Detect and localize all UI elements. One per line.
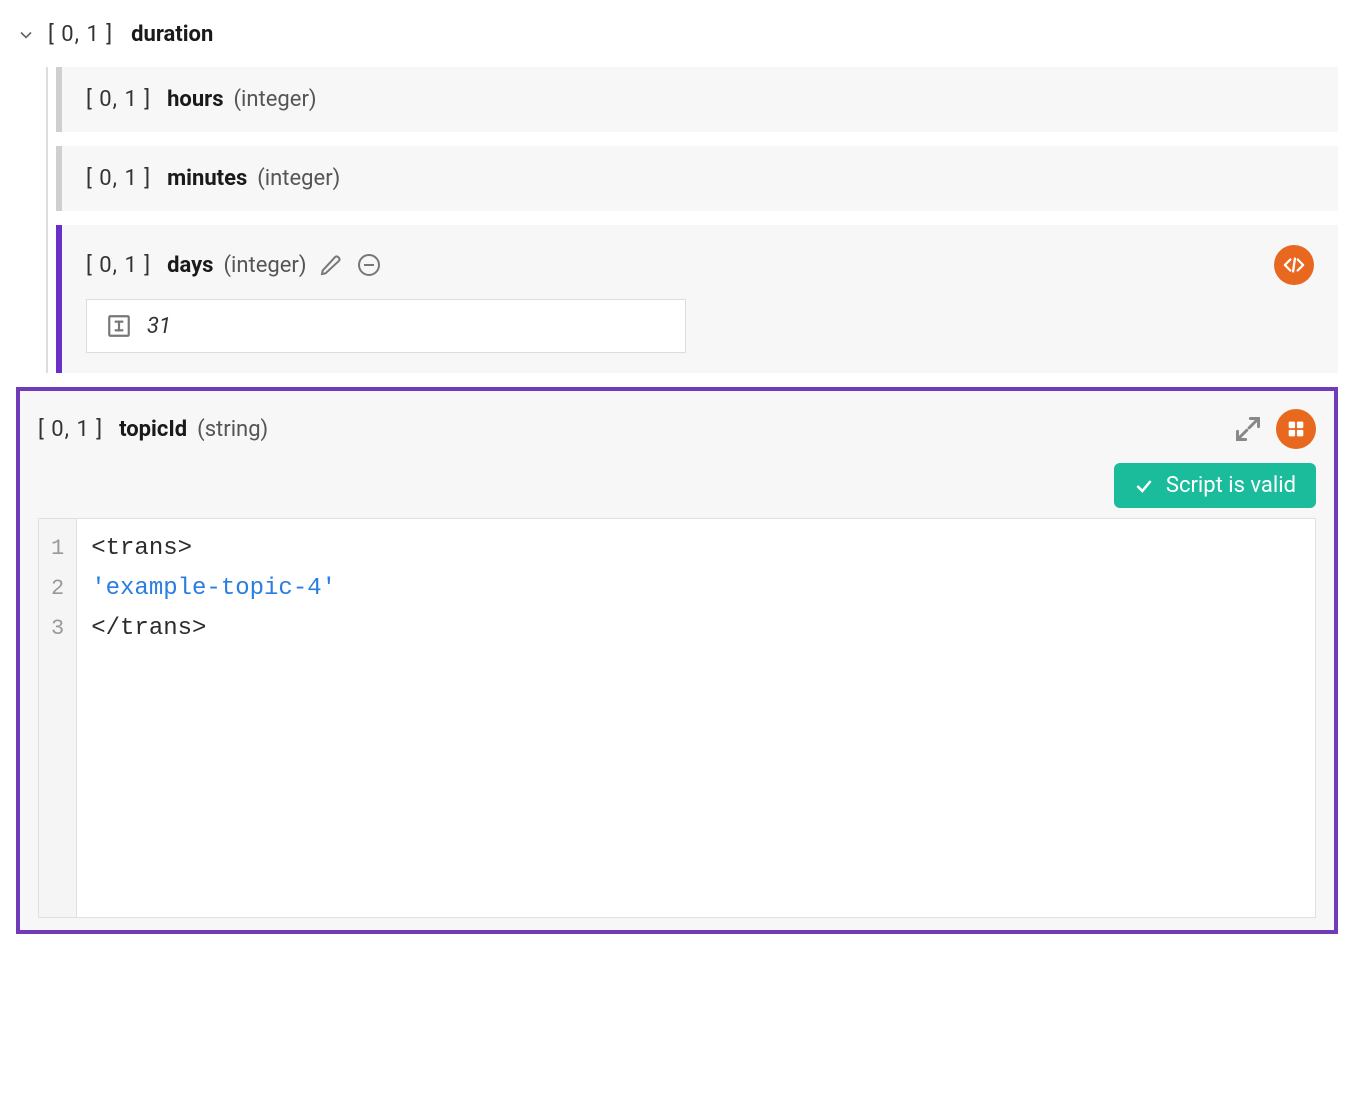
tree-node-topicid: [ 0, 1 ] topicId (string) Script [16,387,1338,934]
script-editor[interactable]: 1 2 3 <trans> 'example-topic-4' </trans> [38,518,1316,918]
edit-icon[interactable] [317,251,345,279]
tree-node-hours[interactable]: [ 0, 1 ] hours (integer) [56,67,1338,132]
node-type-days: (integer) [223,253,306,278]
expand-icon[interactable] [1234,415,1262,443]
node-name-minutes: minutes [167,166,247,191]
node-type-topicid: (string) [197,417,268,442]
tree-node-duration[interactable]: [ 0, 1 ] duration [16,16,1338,53]
cardinality: [ 0, 1 ] [38,417,103,442]
script-valid-badge: Script is valid [1114,463,1316,508]
node-type-hours: (integer) [234,87,317,112]
days-value: 31 [147,314,171,339]
cardinality: [ 0, 1 ] [48,22,113,47]
line-number: 1 [51,529,64,569]
code-line-3: </trans> [91,615,206,642]
remove-icon[interactable] [355,251,383,279]
node-name-topicid: topicId [119,417,187,442]
node-name-duration: duration [131,22,213,47]
line-number: 2 [51,569,64,609]
status-text: Script is valid [1166,473,1296,498]
check-icon [1134,476,1154,496]
node-type-minutes: (integer) [257,166,340,191]
line-gutter: 1 2 3 [39,519,77,917]
code-line-1: <trans> [91,535,192,562]
cardinality: [ 0, 1 ] [86,166,151,191]
code-area[interactable]: <trans> 'example-topic-4' </trans> [77,519,1315,917]
code-toggle-button[interactable] [1274,245,1314,285]
node-name-days: days [167,253,213,278]
duration-children: [ 0, 1 ] hours (integer) [ 0, 1 ] minute… [46,67,1338,373]
line-number: 3 [51,609,64,649]
node-name-hours: hours [167,87,223,112]
code-line-2: 'example-topic-4' [91,575,336,602]
grid-toggle-button[interactable] [1276,409,1316,449]
days-value-input[interactable]: 31 [86,299,686,353]
cardinality: [ 0, 1 ] [86,87,151,112]
text-type-icon [105,312,133,340]
tree-panel: [ 0, 1 ] duration [ 0, 1 ] hours (intege… [0,0,1354,950]
tree-node-minutes[interactable]: [ 0, 1 ] minutes (integer) [56,146,1338,211]
tree-node-days[interactable]: [ 0, 1 ] days (integer) [56,225,1338,373]
cardinality: [ 0, 1 ] [86,253,151,278]
chevron-down-icon[interactable] [16,25,36,45]
